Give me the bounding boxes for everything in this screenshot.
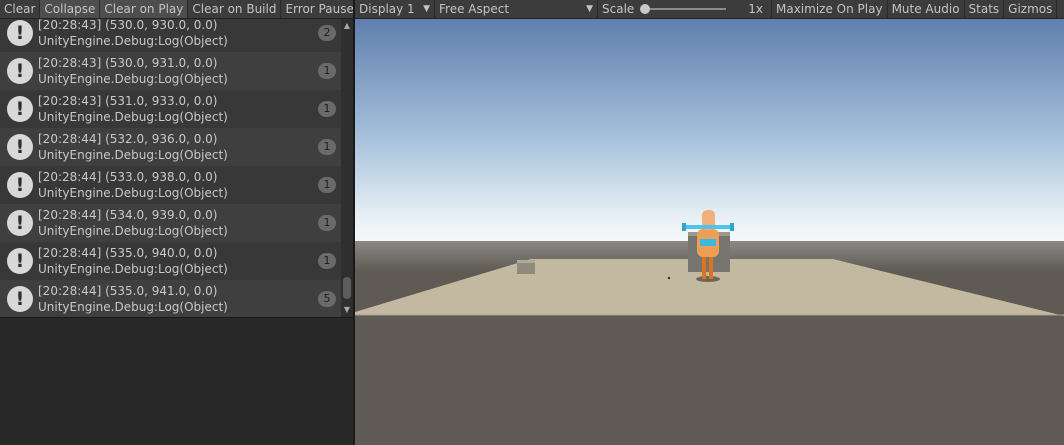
ground-marker	[667, 276, 671, 280]
log-message-line2: UnityEngine.Debug:Log(Object)	[38, 262, 228, 276]
log-message-line1: [20:28:44] (532.0, 936.0, 0.0)	[38, 132, 218, 146]
log-message-line2: UnityEngine.Debug:Log(Object)	[38, 224, 228, 238]
log-entry[interactable]: ! [20:28:44] (532.0, 936.0, 0.0) UnityEngi…	[0, 128, 341, 166]
log-message-line2: UnityEngine.Debug:Log(Object)	[38, 186, 228, 200]
warning-exclamation-icon: !	[7, 134, 33, 160]
log-message-line1: [20:28:43] (530.0, 930.0, 0.0)	[38, 19, 218, 32]
log-message-line1: [20:28:44] (535.0, 940.0, 0.0)	[38, 246, 218, 260]
console-clear-on-play-button[interactable]: Clear on Play	[100, 0, 189, 18]
log-message: [20:28:44] (533.0, 938.0, 0.0) UnityEngin…	[38, 169, 341, 201]
log-count-badge: 1	[318, 139, 336, 155]
log-message-line2: UnityEngine.Debug:Log(Object)	[38, 72, 228, 86]
log-entry[interactable]: ! [20:28:43] (530.0, 931.0, 0.0) UnityEngi…	[0, 52, 341, 90]
small-crate	[517, 260, 535, 274]
scroll-down-arrow-icon[interactable]: ▼	[341, 303, 353, 317]
log-count-badge: 1	[318, 101, 336, 117]
display-dropdown[interactable]: Display 1 ▼	[355, 0, 435, 18]
mute-audio-toggle[interactable]: Mute Audio	[888, 0, 965, 18]
warning-exclamation-icon: !	[7, 96, 33, 122]
log-message-line2: UnityEngine.Debug:Log(Object)	[38, 300, 228, 314]
log-entry[interactable]: ! [20:28:43] (531.0, 933.0, 0.0) UnityEngi…	[0, 90, 341, 128]
warning-exclamation-icon: !	[7, 210, 33, 236]
gizmos-toggle[interactable]: Gizmos	[1004, 0, 1058, 18]
log-entry[interactable]: ! [20:28:44] (533.0, 938.0, 0.0) UnityEngi…	[0, 166, 341, 204]
log-message-line2: UnityEngine.Debug:Log(Object)	[38, 34, 228, 48]
log-message-line2: UnityEngine.Debug:Log(Object)	[38, 110, 228, 124]
stats-toggle[interactable]: Stats	[965, 0, 1005, 18]
log-count-badge: 1	[318, 253, 336, 269]
log-message: [20:28:44] (532.0, 936.0, 0.0) UnityEngin…	[38, 131, 341, 163]
warning-exclamation-icon: !	[7, 172, 33, 198]
log-entry[interactable]: ! [20:28:43] (530.0, 930.0, 0.0) UnityEngi…	[0, 19, 341, 52]
warning-exclamation-icon: !	[7, 58, 33, 84]
log-message: [20:28:44] (534.0, 939.0, 0.0) UnityEngin…	[38, 207, 341, 239]
log-count-badge: 5	[318, 291, 336, 307]
log-message-line2: UnityEngine.Debug:Log(Object)	[38, 148, 228, 162]
log-count-badge: 1	[318, 177, 336, 193]
aspect-dropdown[interactable]: Free Aspect ▼	[435, 0, 598, 18]
maximize-on-play-toggle[interactable]: Maximize On Play	[772, 0, 888, 18]
log-count-badge: 2	[318, 25, 336, 41]
console-clear-on-build-button[interactable]: Clear on Build	[188, 0, 282, 18]
log-count-badge: 1	[318, 215, 336, 231]
scale-slider-knob[interactable]	[640, 4, 651, 14]
warning-exclamation-icon: !	[7, 286, 33, 312]
log-count-badge: 1	[318, 63, 336, 79]
scroll-up-arrow-icon[interactable]: ▲	[341, 19, 353, 33]
log-entry[interactable]: ! [20:28:44] (535.0, 941.0, 0.0) UnityEngi…	[0, 280, 341, 317]
scale-value: 1x	[748, 1, 764, 16]
console-window: Clear Collapse Clear on Play Clear on Build…	[0, 0, 354, 445]
log-entry[interactable]: ! [20:28:44] (535.0, 940.0, 0.0) UnityEngi…	[0, 242, 341, 280]
log-entry[interactable]: ! [20:28:44] (534.0, 939.0, 0.0) UnityEngi…	[0, 204, 341, 242]
sky	[355, 19, 1064, 241]
scroll-thumb[interactable]	[343, 277, 351, 299]
dropdown-arrow-icon: ▼	[423, 3, 430, 14]
log-message: [20:28:44] (535.0, 941.0, 0.0) UnityEngin…	[38, 283, 341, 315]
log-message-line1: [20:28:44] (533.0, 938.0, 0.0)	[38, 170, 218, 184]
console-error-pause-button[interactable]: Error Pause	[281, 0, 354, 18]
console-clear-button[interactable]: Clear	[0, 0, 41, 18]
scale-label: Scale	[602, 1, 635, 16]
aspect-label: Free Aspect	[439, 1, 510, 16]
game-scene	[355, 19, 1064, 445]
dropdown-arrow-icon: ▼	[586, 3, 593, 14]
log-message: [20:28:43] (531.0, 933.0, 0.0) UnityEngin…	[38, 93, 341, 125]
log-message-line1: [20:28:44] (535.0, 941.0, 0.0)	[38, 284, 218, 298]
console-detail-pane	[0, 318, 354, 445]
log-message-line1: [20:28:44] (534.0, 939.0, 0.0)	[38, 208, 218, 222]
log-message-line1: [20:28:43] (531.0, 933.0, 0.0)	[38, 94, 218, 108]
game-toolbar: Display 1 ▼ Free Aspect ▼ Scale 1x Maxim…	[355, 0, 1064, 19]
scale-slider[interactable]	[640, 4, 727, 14]
game-viewport[interactable]	[355, 19, 1064, 445]
player-shadow	[696, 276, 720, 282]
console-scrollbar[interactable]: ▲ ▼	[341, 19, 353, 317]
display-label: Display 1	[359, 1, 415, 16]
log-message: [20:28:43] (530.0, 931.0, 0.0) UnityEngin…	[38, 55, 341, 87]
scale-control: Scale 1x	[598, 0, 772, 18]
warning-exclamation-icon: !	[7, 20, 33, 46]
console-toolbar: Clear Collapse Clear on Play Clear on Build…	[0, 0, 354, 19]
log-message: [20:28:43] (530.0, 930.0, 0.0) UnityEngin…	[38, 19, 341, 49]
console-collapse-button[interactable]: Collapse	[40, 0, 101, 18]
log-message: [20:28:44] (535.0, 940.0, 0.0) UnityEngin…	[38, 245, 341, 277]
warning-exclamation-icon: !	[7, 248, 33, 274]
log-message-line1: [20:28:43] (530.0, 931.0, 0.0)	[38, 56, 218, 70]
log-list[interactable]: ! [20:28:43] (530.0, 930.0, 0.0) UnityEngi…	[0, 19, 341, 317]
